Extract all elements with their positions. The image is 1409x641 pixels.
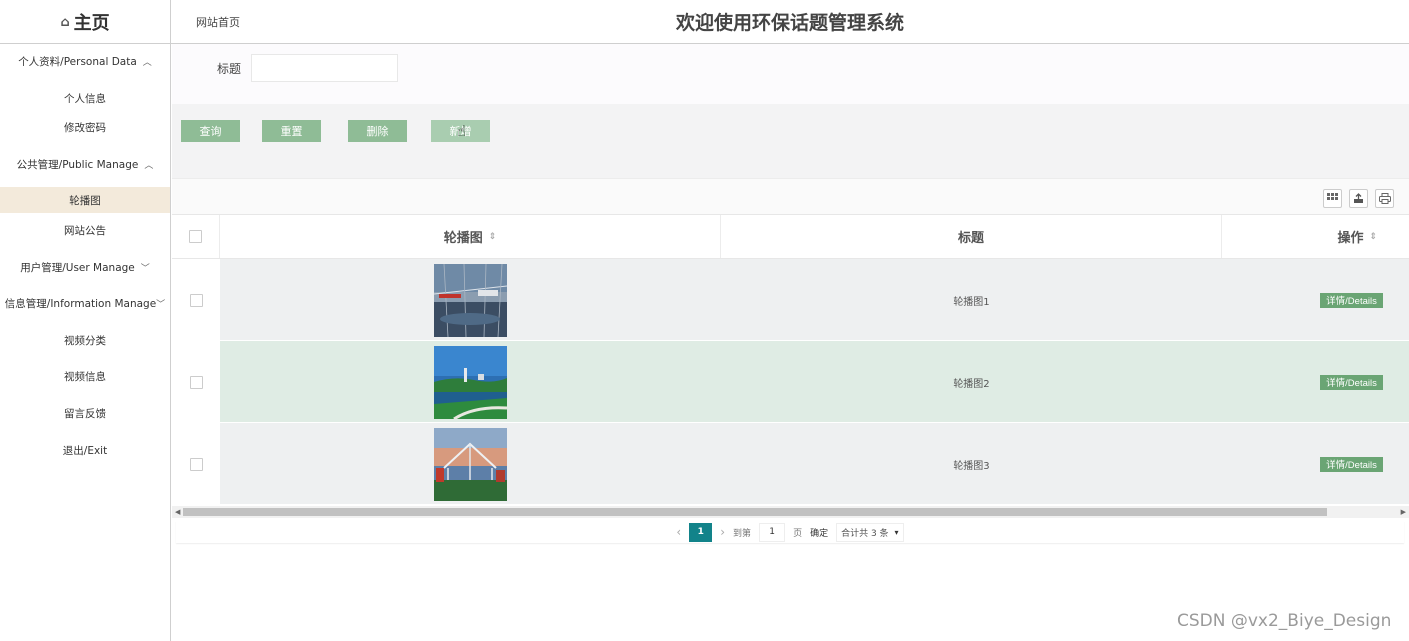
action-cell: 详情/Details [1222,341,1409,423]
main-content: 标题 查询 重置 删除 新增 ☝ 轮播图 ⇕ 标题 操作 ⇕ 轮播图1 详情/D… [172,44,1409,641]
page-size-select[interactable]: 合计共 3 条 ▾ [836,522,904,542]
goto-confirm-button[interactable]: 确定 [810,526,828,539]
print-icon[interactable] [1375,189,1394,208]
sidebar-item-change-password[interactable]: 修改密码 [0,114,170,140]
sidebar-group-information[interactable]: 信息管理/Information Manage ﹀ [0,293,170,313]
carousel-cell [220,259,721,341]
row-select-cell [172,341,220,423]
action-cell: 详情/Details [1222,423,1409,505]
goto-page-input[interactable]: 1 [759,522,786,542]
home-label: 主页 [73,13,110,34]
hand-cursor-icon: ☝ [457,122,467,140]
page-number-current[interactable]: 1 [689,522,713,542]
row-checkbox[interactable] [189,293,203,307]
sidebar-item-video-category[interactable]: 视频分类 [0,327,170,353]
total-count: 合计共 3 条 [841,528,889,539]
row-title: 轮播图2 [953,378,990,390]
action-bar: 查询 重置 删除 新增 ☝ [172,104,1409,178]
sidebar-item-announcement[interactable]: 网站公告 [0,217,170,243]
breadcrumb[interactable]: 网站首页 [196,14,240,30]
column-title: 标题 [721,215,1222,258]
table-toolbar [172,178,1409,214]
data-table: 轮播图 ⇕ 标题 操作 ⇕ 轮播图1 详情/Details 轮播图2 详情/De… [172,214,1409,506]
top-header: ⌂ 主页 网站首页 欢迎使用环保话题管理系统 [0,0,1409,44]
column-label: 轮播图 [443,231,483,246]
column-carousel[interactable]: 轮播图 ⇕ [220,215,721,258]
details-button[interactable]: 详情/Details [1320,292,1383,308]
table-row[interactable]: 轮播图1 详情/Details [172,259,1409,341]
system-title: 欢迎使用环保话题管理系统 [675,12,904,34]
sidebar-item-feedback[interactable]: 留言反馈 [0,400,170,426]
sidebar-group-user[interactable]: 用户管理/User Manage ﹀ [0,257,170,277]
watermark: CSDN @vx2_Biye_Design [1177,611,1392,631]
sidebar-item-carousel[interactable]: 轮播图 [0,187,170,213]
column-label: 标题 [957,231,984,246]
chevron-down-icon: ﹀ [140,263,150,274]
sidebar-group-label: 信息管理/Information Manage [4,297,157,310]
reset-button[interactable]: 重置 [262,120,321,142]
scroll-right-icon[interactable]: ▶ [1401,506,1406,518]
sunset-pavilion-photo [434,427,507,501]
sidebar-group-personal[interactable]: 个人资料/Personal Data ︿ [0,51,170,71]
scrollbar-thumb[interactable] [183,508,1327,516]
columns-icon[interactable] [1323,189,1342,208]
sidebar: 个人资料/Personal Data ︿ 个人信息 修改密码 公共管理/Publ… [0,44,171,641]
horizontal-scrollbar[interactable]: ◀ ▶ [172,506,1409,518]
query-button[interactable]: 查询 [181,120,240,142]
sidebar-group-label: 公共管理/Public Manage [16,158,139,171]
action-cell: 详情/Details [1222,259,1409,341]
search-label: 标题 [217,62,242,76]
row-checkbox[interactable] [189,375,203,389]
title-search-input[interactable] [251,54,398,82]
scroll-left-icon[interactable]: ◀ [175,506,180,518]
row-title: 轮播图3 [953,460,990,472]
chevron-up-icon: ︿ [142,57,152,68]
sidebar-item-video-info[interactable]: 视频信息 [0,363,170,389]
row-select-cell [172,259,220,341]
pagination: ‹ 1 › 到第 1 页 确定 合计共 3 条 ▾ [176,521,1404,543]
carousel-cell [220,341,721,423]
title-cell: 轮播图3 [721,423,1222,505]
title-cell: 轮播图1 [721,259,1222,341]
row-select-cell [172,423,220,505]
table-row[interactable]: 轮播图3 详情/Details [172,423,1409,505]
chevron-down-icon: ﹀ [156,299,166,310]
title-cell: 轮播图2 [721,341,1222,423]
details-button[interactable]: 详情/Details [1320,456,1383,472]
table-row[interactable]: 轮播图2 详情/Details [172,341,1409,423]
search-area: 标题 [172,44,1409,104]
table-header: 轮播图 ⇕ 标题 操作 ⇕ [172,214,1409,259]
sidebar-group-label: 用户管理/User Manage [20,261,135,274]
next-page-icon[interactable]: › [720,525,725,539]
export-icon[interactable] [1349,189,1368,208]
row-checkbox[interactable] [189,457,203,471]
carousel-cell [220,423,721,505]
details-button[interactable]: 详情/Details [1320,374,1383,390]
chevron-down-icon: ▾ [894,527,899,537]
column-label: 操作 [1337,231,1364,246]
goto-suffix: 页 [793,528,803,539]
column-action[interactable]: 操作 ⇕ [1222,215,1409,258]
sidebar-item-exit[interactable]: 退出/Exit [0,437,170,463]
home-icon: ⌂ [60,14,70,30]
home-link[interactable]: ⌂ 主页 [0,0,171,44]
sort-icon[interactable]: ⇕ [489,232,497,242]
sidebar-group-label: 个人资料/Personal Data [18,55,137,68]
harbor-skyline-photo [434,345,507,419]
select-all-checkbox[interactable] [189,230,202,243]
chevron-up-icon: ︿ [144,160,154,171]
goto-prefix: 到第 [733,528,752,539]
delete-button[interactable]: 删除 [348,120,407,142]
select-all-cell [172,215,220,258]
sort-icon[interactable]: ⇕ [1369,232,1377,242]
sidebar-group-public[interactable]: 公共管理/Public Manage ︿ [0,154,170,174]
sidebar-item-profile[interactable]: 个人信息 [0,85,170,111]
glass-pavilion-lake-photo [434,263,507,337]
row-title: 轮播图1 [953,296,990,308]
prev-page-icon[interactable]: ‹ [676,525,681,539]
